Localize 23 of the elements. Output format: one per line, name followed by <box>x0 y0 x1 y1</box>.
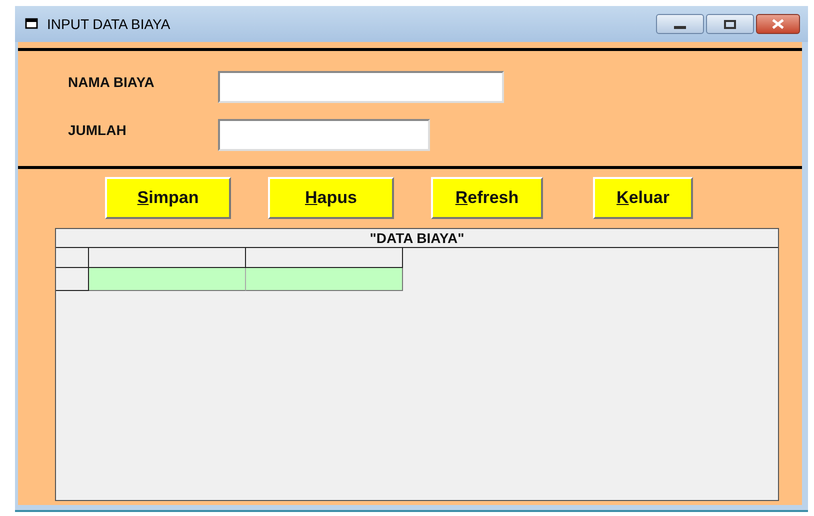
minimize-icon <box>674 26 686 28</box>
window-icon <box>25 18 39 30</box>
input-field[interactable] <box>218 71 504 103</box>
column-header[interactable] <box>246 248 403 268</box>
data-grid[interactable]: "DATA BIAYA" <box>55 228 779 501</box>
close-button[interactable] <box>756 14 800 34</box>
action-button[interactable]: Refresh <box>431 177 543 219</box>
maximize-button[interactable] <box>706 14 754 34</box>
row-header[interactable] <box>56 268 89 291</box>
window-title: INPUT DATA BIAYA <box>47 14 170 34</box>
row-header[interactable] <box>56 248 89 268</box>
table-cell[interactable] <box>89 268 246 291</box>
action-button[interactable]: Hapus <box>268 177 394 219</box>
minimize-button[interactable] <box>656 14 704 34</box>
input-field[interactable] <box>218 119 430 151</box>
field-label: JUMLAH <box>68 121 128 140</box>
close-icon <box>771 19 785 29</box>
maximize-icon <box>724 20 736 28</box>
action-button[interactable]: Simpan <box>105 177 231 219</box>
table-cell[interactable] <box>246 268 403 291</box>
action-button[interactable]: Keluar <box>593 177 693 219</box>
field-label: NAMA BIAYA <box>68 73 156 92</box>
column-header[interactable] <box>89 248 246 268</box>
